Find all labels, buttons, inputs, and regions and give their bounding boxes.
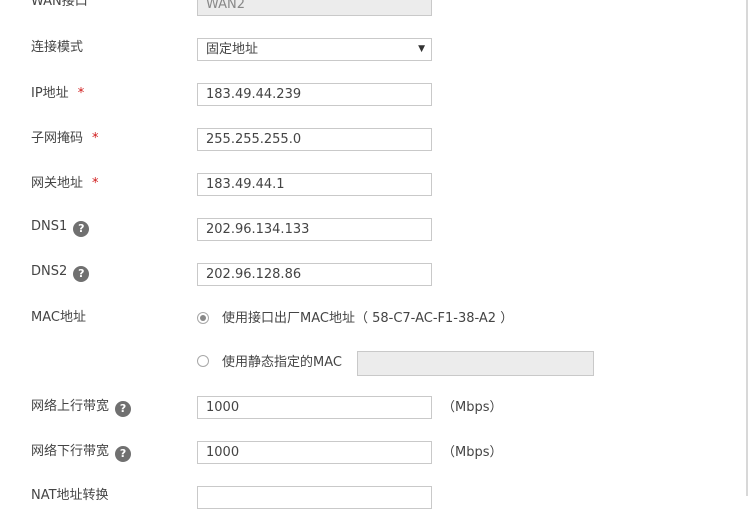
required-marker: * xyxy=(77,86,85,101)
subnet-label-text: 子网掩码 xyxy=(31,131,84,146)
help-icon[interactable]: ? xyxy=(115,401,132,417)
subnet-input[interactable]: 255.255.255.0 xyxy=(197,128,432,151)
dns1-label: DNS1? xyxy=(31,219,90,237)
gateway-label: 网关地址 * xyxy=(31,176,99,192)
nat-field[interactable] xyxy=(197,486,432,509)
required-marker: * xyxy=(92,176,99,191)
ip-label-text: IP地址 xyxy=(31,86,69,101)
ip-input[interactable]: 183.49.44.239 xyxy=(197,83,432,106)
mac-static-option-label: 使用静态指定的MAC xyxy=(222,355,342,370)
gateway-input[interactable]: 183.49.44.1 xyxy=(197,173,432,196)
help-icon[interactable]: ? xyxy=(73,266,90,282)
required-marker: * xyxy=(92,131,99,146)
mac-static-input xyxy=(357,351,594,376)
mac-label: MAC地址 xyxy=(31,310,86,325)
connection-mode-label: 连接模式 xyxy=(31,40,84,55)
downstream-label-text: 网络下行带宽 xyxy=(31,444,110,459)
downstream-label: 网络下行带宽? xyxy=(31,444,132,462)
subnet-label: 子网掩码 * xyxy=(31,131,99,147)
upstream-label-text: 网络上行带宽 xyxy=(31,399,110,414)
dns2-label-text: DNS2 xyxy=(31,264,68,279)
chevron-down-icon: ▼ xyxy=(418,44,425,54)
wan-interface-field: WAN2 xyxy=(197,0,432,16)
ip-label: IP地址 * xyxy=(31,86,84,102)
help-icon[interactable]: ? xyxy=(73,221,90,237)
mac-factory-radio[interactable] xyxy=(197,312,209,324)
dns2-label: DNS2? xyxy=(31,264,90,282)
nat-label: NAT地址转换 xyxy=(31,488,109,503)
upstream-input[interactable]: 1000 xyxy=(197,396,432,419)
wan-interface-label: WAN接口 xyxy=(31,0,88,9)
connection-mode-value: 固定地址 xyxy=(206,42,259,57)
gateway-label-text: 网关地址 xyxy=(31,176,84,191)
downstream-input[interactable]: 1000 xyxy=(197,441,432,464)
dns1-input[interactable]: 202.96.134.133 xyxy=(197,218,432,241)
mac-factory-option-label: 使用接口出厂MAC地址（ 58-C7-AC-F1-38-A2 ） xyxy=(222,311,514,326)
help-icon[interactable]: ? xyxy=(115,446,132,462)
upstream-unit: （Mbps） xyxy=(442,400,503,415)
dns1-label-text: DNS1 xyxy=(31,219,68,234)
mac-static-radio[interactable] xyxy=(197,355,209,367)
dns2-input[interactable]: 202.96.128.86 xyxy=(197,263,432,286)
downstream-unit: （Mbps） xyxy=(442,445,503,460)
upstream-label: 网络上行带宽? xyxy=(31,399,132,417)
connection-mode-select[interactable]: 固定地址 ▼ xyxy=(197,38,432,61)
